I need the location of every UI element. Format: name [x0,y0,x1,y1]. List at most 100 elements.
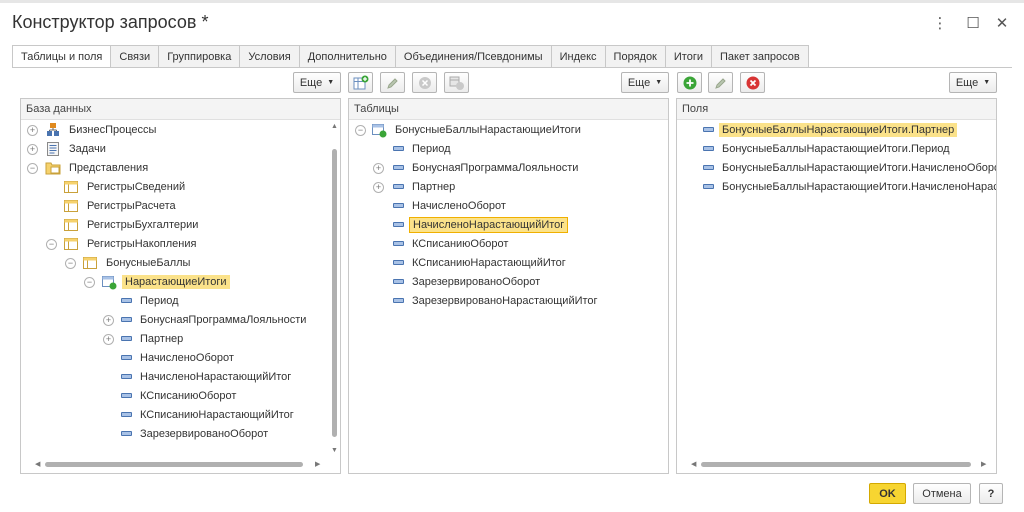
tree-item-label: КСписаниюНарастающийИтог [140,408,294,421]
ok-button[interactable]: OK [869,483,906,504]
scroll-left-icon[interactable]: ◀ [691,460,696,468]
tree-item-info-registers[interactable]: РегистрыСведений [63,177,188,196]
database-horizontal-scrollbar[interactable]: ◀ ▶ [27,460,327,469]
tree-item-table[interactable]: БонусныеБаллыНарастающиеИтоги [371,120,584,139]
tree-item-field[interactable]: ЗарезервированоОборот [393,272,543,291]
tree-item-views[interactable]: Представления [45,158,151,177]
scrollbar-thumb[interactable] [701,462,971,467]
pencil-icon [386,77,398,89]
collapse-icon[interactable]: − [65,258,76,269]
field-icon [703,165,714,170]
database-vertical-scrollbar[interactable]: ▲ ▼ [330,121,339,459]
tree-item-label: Партнер [412,180,456,193]
tree-item-field[interactable]: КСписаниюНарастающийИтог [393,253,569,272]
task-list-icon [47,141,59,156]
tree-item-field[interactable]: НачисленоНарастающийИтог [393,215,569,234]
collapse-icon[interactable]: − [355,125,366,136]
maximize-icon[interactable]: ☐ [961,12,985,34]
replace-table-button[interactable] [444,72,469,93]
tables-more-button[interactable]: Еще ▼ [621,72,669,93]
tab-tables-fields[interactable]: Таблицы и поля [12,45,112,68]
expand-icon[interactable]: + [373,163,384,174]
register-icon [64,237,78,250]
tree-item-running-totals[interactable]: НарастающиеИтоги [101,272,230,291]
expand-icon[interactable]: + [103,315,114,326]
selected-field-row[interactable]: БонусныеБаллыНарастающиеИтоги.Партнер [703,120,958,139]
tab-conditions[interactable]: Условия [240,45,300,68]
tree-item-field[interactable]: КСписаниюОборот [393,234,511,253]
close-icon[interactable]: ✕ [990,12,1014,34]
more-icon[interactable]: ⋮ [928,12,952,34]
scrollbar-thumb[interactable] [332,149,337,437]
tree-item-tasks[interactable]: Задачи [45,139,109,158]
tab-order[interactable]: Порядок [605,45,666,68]
cancel-button[interactable]: Отмена [913,483,971,504]
tab-query-batch[interactable]: Пакет запросов [711,45,809,68]
scrollbar-thumb[interactable] [45,462,303,467]
pencil-icon [714,77,726,89]
scroll-left-icon[interactable]: ◀ [35,460,40,468]
help-button[interactable]: ? [979,483,1003,504]
expand-icon[interactable]: + [27,144,38,155]
expand-icon[interactable]: + [103,334,114,345]
scroll-right-icon[interactable]: ▶ [981,460,986,468]
tree-item-field[interactable]: ЗарезервированоНарастающийИтог [393,291,601,310]
tree-item-label: БонуснаяПрограммаЛояльности [140,313,307,326]
tree-item-label: НарастающиеИтоги [122,274,230,289]
field-icon [393,260,404,265]
replace-table-icon [449,76,464,90]
edit-table-button[interactable] [380,72,405,93]
fields-more-button[interactable]: Еще ▼ [949,72,997,93]
collapse-icon[interactable]: − [84,277,95,288]
register-icon [64,180,78,193]
scroll-up-icon[interactable]: ▲ [331,123,338,130]
tree-item-field[interactable]: НачисленоНарастающийИтог [121,367,294,386]
tab-totals[interactable]: Итоги [665,45,712,68]
delete-table-button[interactable] [412,72,437,93]
delete-icon [746,76,759,89]
tree-item-calc-registers[interactable]: РегистрыРасчета [63,196,179,215]
database-more-button[interactable]: Еще ▼ [293,72,341,93]
tree-item-field[interactable]: ЗарезервированоОборот [121,424,271,443]
selected-field-row[interactable]: БонусныеБаллыНарастающиеИтоги.НачисленоН… [703,177,996,196]
collapse-icon[interactable]: − [46,239,57,250]
tree-item-field[interactable]: НачисленоОборот [121,348,237,367]
expand-icon[interactable]: + [27,125,38,136]
tab-index[interactable]: Индекс [551,45,606,68]
tree-item-field[interactable]: Период [121,291,182,310]
tree-item-label: БизнесПроцессы [69,123,157,136]
collapse-icon[interactable]: − [27,163,38,174]
field-icon [703,127,714,132]
tree-item-field[interactable]: Период [393,139,454,158]
tree-item-field[interactable]: Партнер [121,329,186,348]
add-field-button[interactable] [677,72,702,93]
tree-item-field[interactable]: БонуснаяПрограммаЛояльности [393,158,581,177]
tree-item-bonus-points[interactable]: БонусныеБаллы [82,253,193,272]
add-table-button[interactable] [348,72,373,93]
tab-unions-aliases[interactable]: Объединения/Псевдонимы [395,45,552,68]
tab-additional[interactable]: Дополнительно [299,45,396,68]
scroll-right-icon[interactable]: ▶ [315,460,320,468]
field-icon [121,393,132,398]
selected-field-row[interactable]: БонусныеБаллыНарастающиеИтоги.НачисленоО… [703,158,996,177]
selected-field-row[interactable]: БонусныеБаллыНарастающиеИтоги.Период [703,139,953,158]
tree-item-field[interactable]: БонуснаяПрограммаЛояльности [121,310,309,329]
fields-horizontal-scrollbar[interactable]: ◀ ▶ [683,460,991,469]
delete-field-button[interactable] [740,72,765,93]
database-panel: База данных + БизнесПроцессы + Задачи − [20,98,341,474]
tree-item-field[interactable]: КСписаниюНарастающийИтог [121,405,297,424]
edit-field-button[interactable] [708,72,733,93]
tree-item-accounting-registers[interactable]: РегистрыБухгалтерии [63,215,201,234]
expand-icon[interactable]: + [373,182,384,193]
tree-item-field[interactable]: Партнер [393,177,458,196]
tree-item-field[interactable]: КСписаниюОборот [121,386,239,405]
tree-item-label: Партнер [140,332,184,345]
scroll-down-icon[interactable]: ▼ [331,447,338,454]
tab-links[interactable]: Связи [111,45,160,68]
tree-item-business-processes[interactable]: БизнесПроцессы [45,120,159,139]
fields-panel: Поля БонусныеБаллыНарастающиеИтоги.Партн… [676,98,997,474]
tab-grouping[interactable]: Группировка [159,45,241,68]
database-panel-header: База данных [21,99,340,120]
tree-item-field[interactable]: НачисленоОборот [393,196,509,215]
tree-item-accumulation-registers[interactable]: РегистрыНакопления [63,234,199,253]
